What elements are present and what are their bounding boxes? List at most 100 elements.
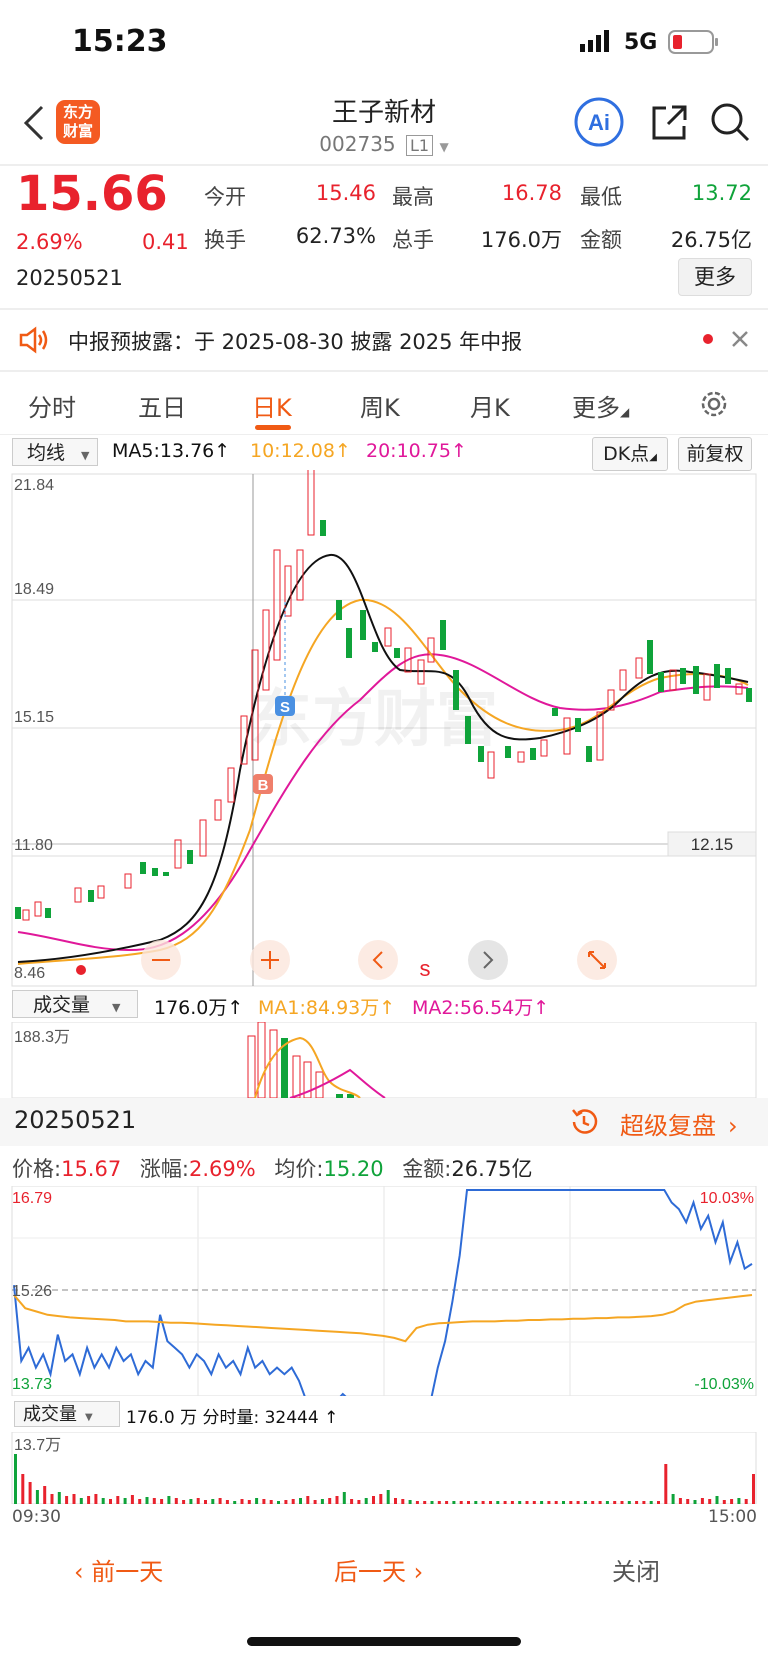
notice-dot <box>703 334 713 344</box>
intraday-volume-bar <box>459 1501 463 1504</box>
intraday-volume-bar <box>510 1501 514 1504</box>
ma5-label: MA5:13.76↑ <box>112 440 231 462</box>
settings-icon[interactable] <box>698 388 730 424</box>
quote-date: 20250521 <box>16 266 123 290</box>
intraday-volume-bar <box>306 1496 310 1504</box>
intraday-volume-bar <box>503 1501 507 1504</box>
tab-daily-k[interactable]: 日K <box>252 388 292 423</box>
super-replay-link[interactable]: 超级复盘 › <box>620 1106 738 1141</box>
intraday-volume-bar <box>299 1498 302 1504</box>
intraday-volume-bar <box>357 1500 361 1504</box>
dk-button-label: DK点 <box>603 443 650 465</box>
divider <box>0 434 768 435</box>
intraday-volume-bar <box>445 1501 449 1504</box>
intraday-volume-bar <box>744 1499 748 1504</box>
intraday-volume-bar <box>415 1501 419 1504</box>
tab-intraday[interactable]: 分时 <box>28 388 76 423</box>
buy-marker-label: B <box>258 777 269 794</box>
tab-monthly-k[interactable]: 月K <box>470 388 510 423</box>
avg-value: 15.20 <box>323 1157 384 1181</box>
volume-selector[interactable]: 成交量 ▼ <box>12 990 138 1018</box>
prev-candle-button <box>358 940 398 980</box>
intraday-volume-bar <box>174 1498 178 1504</box>
intraday-volume-bar <box>43 1486 47 1504</box>
time-start: 09:30 <box>12 1507 61 1527</box>
intraday-chart[interactable]: 16.79 15.26 13.73 10.03% -10.03% <box>0 1186 768 1396</box>
intraday-volume-bar <box>583 1501 587 1504</box>
more-button[interactable]: 更多 <box>678 258 752 296</box>
average-line <box>13 1294 753 1343</box>
intraday-volume-bar <box>335 1496 339 1504</box>
volume-ma1: MA1:84.93万↑ <box>258 997 396 1019</box>
tab-weekly-k[interactable]: 周K <box>360 388 400 423</box>
intraday-volume-bar <box>474 1501 478 1504</box>
intraday-volume-bar <box>605 1501 609 1504</box>
share-icon[interactable] <box>648 102 690 148</box>
replay-icon[interactable] <box>568 1106 600 1142</box>
adjust-button[interactable]: 前复权 <box>678 437 752 471</box>
dk-button[interactable]: DK点◢ <box>592 437 668 471</box>
tab-more-label: 更多 <box>572 394 620 422</box>
intraday-volume-bar <box>437 1501 441 1504</box>
tab-more[interactable]: 更多◢ <box>572 388 629 423</box>
intraday-volume-bar <box>152 1498 156 1504</box>
search-icon[interactable] <box>708 100 754 150</box>
intraday-volume-bar <box>328 1498 332 1504</box>
network-label: 5G <box>624 30 658 55</box>
intraday-volume-selector[interactable]: 成交量 ▼ <box>14 1401 120 1427</box>
high-label: 最高 <box>392 185 434 209</box>
ma-selector[interactable]: 均线 ▼ <box>12 438 98 466</box>
close-button[interactable]: 关闭 <box>612 1552 660 1587</box>
notice-text[interactable]: 中报预披露：于 2025-08-30 披露 2025 年中报 <box>68 326 522 356</box>
intraday-volume-bar <box>708 1499 712 1504</box>
intraday-volume-bar <box>57 1492 61 1504</box>
intraday-date: 20250521 <box>14 1106 137 1134</box>
crosshair-value: 12.15 <box>691 835 734 854</box>
kline-y-label: 15.15 <box>14 709 54 726</box>
intraday-volume-bar <box>204 1500 207 1504</box>
tab-five-day[interactable]: 五日 <box>138 388 186 423</box>
intraday-volume-bar <box>313 1500 317 1504</box>
kline-watermark: 东方财富 <box>250 685 498 754</box>
volume-value: 176.0万 <box>480 228 562 252</box>
intraday-pct-high: 10.03% <box>700 1190 754 1207</box>
volume-ma2: MA2:56.54万↑ <box>412 997 550 1019</box>
time-end: 15:00 <box>708 1507 757 1527</box>
intraday-volume-bar <box>255 1498 259 1504</box>
intraday-volume-chart: 13.7万 <box>11 1432 757 1504</box>
intraday-volume-bar <box>247 1500 251 1504</box>
intraday-volume-bar <box>372 1496 375 1504</box>
intraday-volume-bar <box>284 1500 288 1504</box>
intraday-stats: 价格:15.67 涨幅:2.69% 均价:15.20 金额:26.75亿 <box>12 1153 532 1183</box>
intraday-volume-bar <box>87 1496 91 1504</box>
kline-chart[interactable]: 东方财富 21.84 18.49 15.15 11.80 8.46 12.15 … <box>0 470 768 988</box>
intraday-volume-bar <box>291 1499 295 1504</box>
prev-day-label: 前一天 <box>91 1558 164 1586</box>
intraday-volume-bar <box>569 1501 573 1504</box>
intraday-volume-bar <box>269 1500 273 1504</box>
intraday-volume-bar <box>21 1474 25 1504</box>
intraday-volume-bar <box>496 1501 500 1504</box>
intraday-volume-selector-label: 成交量 <box>23 1404 77 1425</box>
close-icon[interactable] <box>730 329 750 353</box>
ma10-label: 10:12.08↑ <box>250 440 351 462</box>
turnover-value: 62.73% <box>295 224 376 248</box>
intraday-volume-bar <box>394 1498 397 1504</box>
kline-bottom-label: 8.46 <box>14 965 45 982</box>
intraday-volume-bar <box>481 1501 485 1504</box>
low-label: 最低 <box>580 185 622 209</box>
intraday-volume-bar <box>182 1500 186 1504</box>
intraday-volume-bar <box>65 1496 69 1504</box>
intraday-volume-bar <box>116 1496 120 1504</box>
next-day-label: 后一天 <box>334 1558 406 1586</box>
intraday-volume-bar <box>635 1501 639 1504</box>
next-day-button[interactable]: 后一天 › <box>334 1552 423 1587</box>
intraday-volume-bar <box>591 1501 595 1504</box>
intraday-volume-bar <box>737 1498 741 1504</box>
change-value: 2.69% <box>188 1157 256 1181</box>
intraday-volume-bar <box>79 1498 83 1504</box>
intraday-volume-bar <box>196 1498 200 1504</box>
ai-icon[interactable]: Ai <box>573 96 625 152</box>
price-line <box>13 1189 753 1396</box>
prev-day-button[interactable]: ‹ 前一天 <box>74 1552 163 1587</box>
